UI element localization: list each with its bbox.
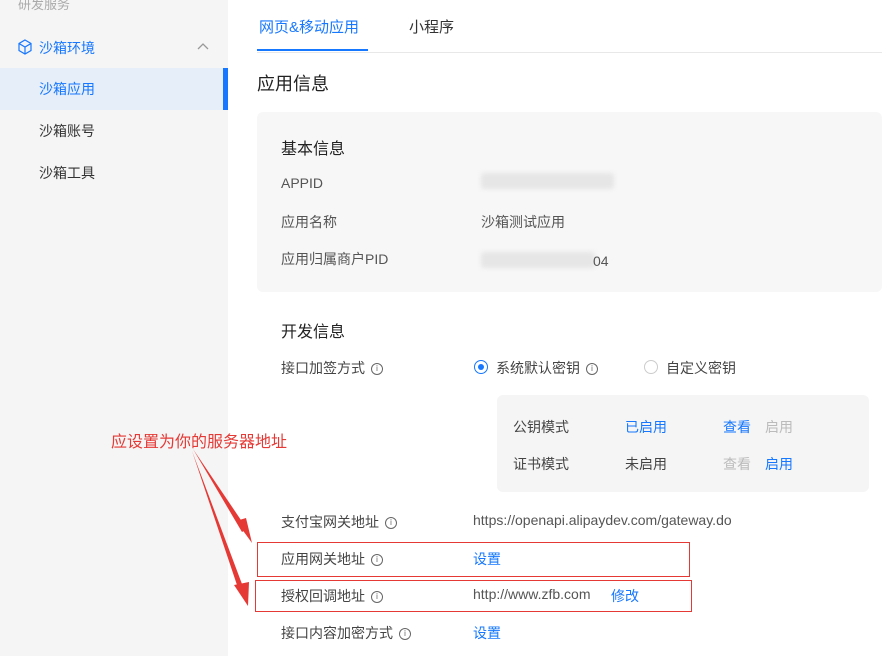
- arrow-shaft-icon: [193, 449, 247, 532]
- arrow-head-icon: [234, 582, 249, 606]
- annotation-arrows: [192, 449, 252, 606]
- arrow-head-icon: [236, 518, 252, 543]
